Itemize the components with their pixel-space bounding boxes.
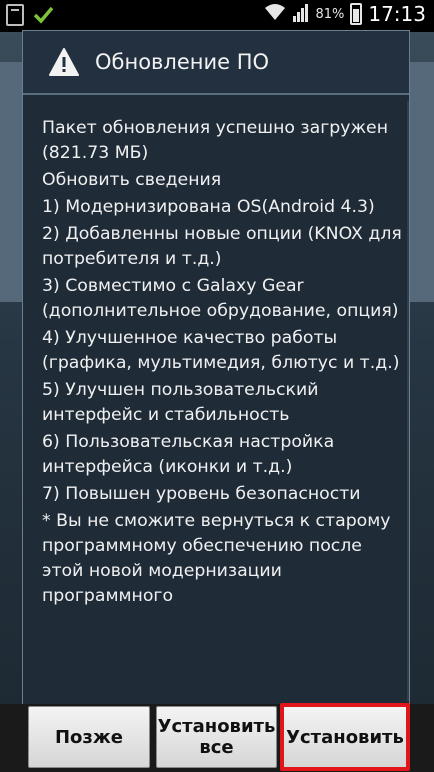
battery-percent: 81% xyxy=(315,6,345,22)
background-widget-edge xyxy=(0,62,22,302)
message-line: 6) Пользовательская настройка интерфейса… xyxy=(42,432,335,477)
background-widget-edge xyxy=(410,62,434,302)
message-line: 3) Совместимо с Galaxy Gear (дополнитель… xyxy=(42,276,399,321)
clock: 17:13 xyxy=(368,2,426,26)
warning-icon xyxy=(49,48,79,76)
battery-icon xyxy=(350,3,363,25)
dialog-scrollbar[interactable] xyxy=(407,101,409,701)
message-line: 2) Добавленны новые опции (KNOX для потр… xyxy=(42,224,402,269)
signal-icon xyxy=(293,2,309,26)
message-line: 1) Модернизирована OS(Android 4.3) xyxy=(42,197,375,217)
download-complete-icon xyxy=(32,4,54,26)
dialog-title: Обновление ПО xyxy=(95,50,270,74)
message-line: 4) Улучшенное качество работы (графика, … xyxy=(42,328,400,373)
message-line: 7) Повышен уровень безопасности xyxy=(42,484,361,504)
dialog-header: Обновление ПО xyxy=(23,31,409,95)
later-button[interactable]: Позже xyxy=(28,706,150,768)
message-line: Обновить сведения xyxy=(42,170,222,190)
install-button[interactable]: Установить xyxy=(280,703,410,771)
wifi-icon xyxy=(263,2,287,26)
sd-card-icon xyxy=(6,4,24,26)
status-bar: 81% 17:13 xyxy=(0,0,434,32)
message-line: 5) Улучшен пользовательский интерфейс и … xyxy=(42,380,319,425)
message-line: * Вы не сможите вернуться к старому прог… xyxy=(42,511,391,606)
dialog-message[interactable]: Пакет обновления успешно загружен (821.7… xyxy=(42,116,402,704)
message-line: Пакет обновления успешно загружен (821.7… xyxy=(42,118,388,163)
install-all-button[interactable]: Установить все xyxy=(156,706,277,768)
